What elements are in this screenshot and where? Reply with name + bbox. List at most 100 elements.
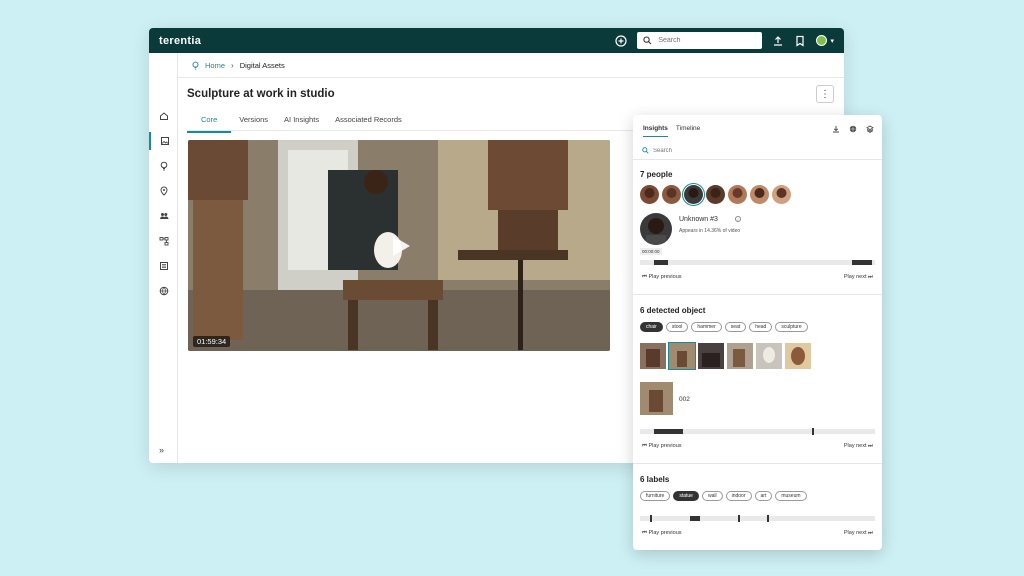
timeline-tick (650, 515, 652, 522)
label-chip[interactable]: wall (702, 491, 723, 501)
object-chip[interactable]: sculpture (775, 322, 807, 332)
objects-play-previous-label: Play previous (648, 443, 681, 449)
expand-sidebar-icon[interactable]: » (159, 445, 164, 455)
timeline-tick (812, 428, 814, 435)
person-name: Unknown #3 (679, 216, 718, 223)
search-icon (642, 147, 649, 154)
selected-object-label: 002 (679, 396, 690, 403)
object-chip[interactable]: seat (725, 322, 746, 332)
timeline-segment (690, 516, 700, 521)
label-chip[interactable]: indoor (726, 491, 752, 501)
layers-icon[interactable] (866, 125, 874, 133)
chevron-down-icon: ▾ (830, 37, 834, 45)
people-title: 7 people (640, 170, 672, 179)
objects-timeline-track[interactable] (640, 429, 875, 434)
people-play-previous[interactable]: ⏮ Play previous (642, 274, 682, 281)
face-thumb[interactable] (662, 185, 681, 204)
object-thumb[interactable] (698, 343, 724, 369)
play-icon[interactable] (384, 231, 414, 261)
label-chips: furniture statue wall indoor art museum (640, 491, 807, 501)
face-thumb[interactable] (772, 185, 791, 204)
chevron-right-icon: › (231, 61, 234, 70)
labels-timeline-track[interactable] (640, 516, 875, 521)
location-icon[interactable] (149, 182, 178, 200)
label-chip[interactable]: museum (775, 491, 806, 501)
add-icon[interactable] (615, 35, 627, 47)
global-search-input[interactable] (658, 37, 756, 44)
label-chip[interactable]: art (755, 491, 773, 501)
face-thumb[interactable] (706, 185, 725, 204)
upload-icon[interactable] (772, 35, 784, 47)
tab-insights[interactable]: Insights (643, 125, 668, 137)
face-thumb[interactable] (728, 185, 747, 204)
label-chip[interactable]: statue (673, 491, 699, 501)
objects-play-previous[interactable]: ⏮ Play previous (642, 443, 682, 450)
person-timecode: 00:00:00 (640, 248, 662, 255)
selected-person-avatar (640, 213, 672, 245)
timeline-segment (654, 260, 668, 265)
face-thumb[interactable] (750, 185, 769, 204)
face-thumb[interactable] (640, 185, 659, 204)
object-thumb-selected[interactable] (669, 343, 695, 369)
download-icon[interactable] (832, 125, 840, 133)
object-thumb[interactable] (640, 343, 666, 369)
video-player[interactable]: 01:59:34 (188, 140, 610, 351)
timeline-tick (767, 515, 769, 522)
people-play-next[interactable]: Play next ⏭ (844, 274, 873, 281)
objects-title: 6 detected object (640, 306, 705, 315)
object-thumb[interactable] (756, 343, 782, 369)
breadcrumb-current: Digital Assets (240, 61, 285, 70)
face-thumb-selected[interactable] (684, 185, 703, 204)
divider (633, 159, 882, 160)
globe-icon[interactable] (849, 125, 857, 133)
object-chip[interactable]: chair (640, 322, 663, 332)
object-thumb[interactable] (785, 343, 811, 369)
brand-logo: terentia (159, 35, 201, 47)
bulb-icon[interactable] (149, 157, 178, 175)
global-search[interactable] (637, 32, 762, 49)
breadcrumb-home[interactable]: Home (191, 61, 225, 70)
image-icon[interactable] (149, 132, 178, 150)
home-icon[interactable] (149, 107, 178, 125)
insights-panel: Insights Timeline 7 people 00:00:00 Unkn… (633, 115, 882, 550)
timeline-tick (738, 515, 740, 522)
people-timeline-track[interactable] (640, 260, 875, 265)
people-icon[interactable] (149, 207, 178, 225)
insights-actions (832, 125, 874, 133)
object-chip[interactable]: hammer (691, 322, 721, 332)
more-options-button[interactable]: ⋮ (816, 85, 834, 103)
person-appearance: Appears in 14.36% of video (679, 228, 740, 234)
sidebar: » (149, 53, 178, 463)
user-menu[interactable]: ▾ (816, 35, 834, 46)
people-faces (640, 185, 791, 204)
book-icon[interactable] (149, 257, 178, 275)
info-icon[interactable]: i (735, 216, 741, 222)
object-chip[interactable]: head (749, 322, 772, 332)
objects-play-next[interactable]: Play next ⏭ (844, 443, 873, 450)
timeline-segment (654, 429, 683, 434)
object-chips: chair stool hammer seat head sculpture (640, 322, 808, 332)
top-bar: terentia ▾ (149, 28, 844, 53)
breadcrumb-home-label: Home (205, 61, 225, 70)
insights-search[interactable] (642, 145, 873, 156)
timeline-segment (852, 260, 872, 265)
tab-timeline[interactable]: Timeline (676, 125, 700, 137)
labels-play-previous[interactable]: ⏮ Play previous (642, 530, 682, 537)
search-icon (643, 36, 652, 45)
hierarchy-icon[interactable] (149, 232, 178, 250)
people-play-next-label: Play next (844, 274, 867, 280)
labels-title: 6 labels (640, 475, 669, 484)
labels-play-next[interactable]: Play next ⏭ (844, 530, 873, 537)
bookmark-icon[interactable] (794, 35, 806, 47)
label-chip[interactable]: furniture (640, 491, 670, 501)
globe-icon[interactable] (149, 282, 178, 300)
selected-object-thumb (640, 382, 673, 415)
bulb-icon (191, 61, 200, 70)
object-thumb[interactable] (727, 343, 753, 369)
divider (633, 294, 882, 295)
object-thumbnails (640, 343, 811, 369)
object-chip[interactable]: stool (666, 322, 689, 332)
breadcrumb: Home › Digital Assets (178, 53, 844, 78)
insights-search-input[interactable] (653, 148, 731, 154)
divider (633, 463, 882, 464)
